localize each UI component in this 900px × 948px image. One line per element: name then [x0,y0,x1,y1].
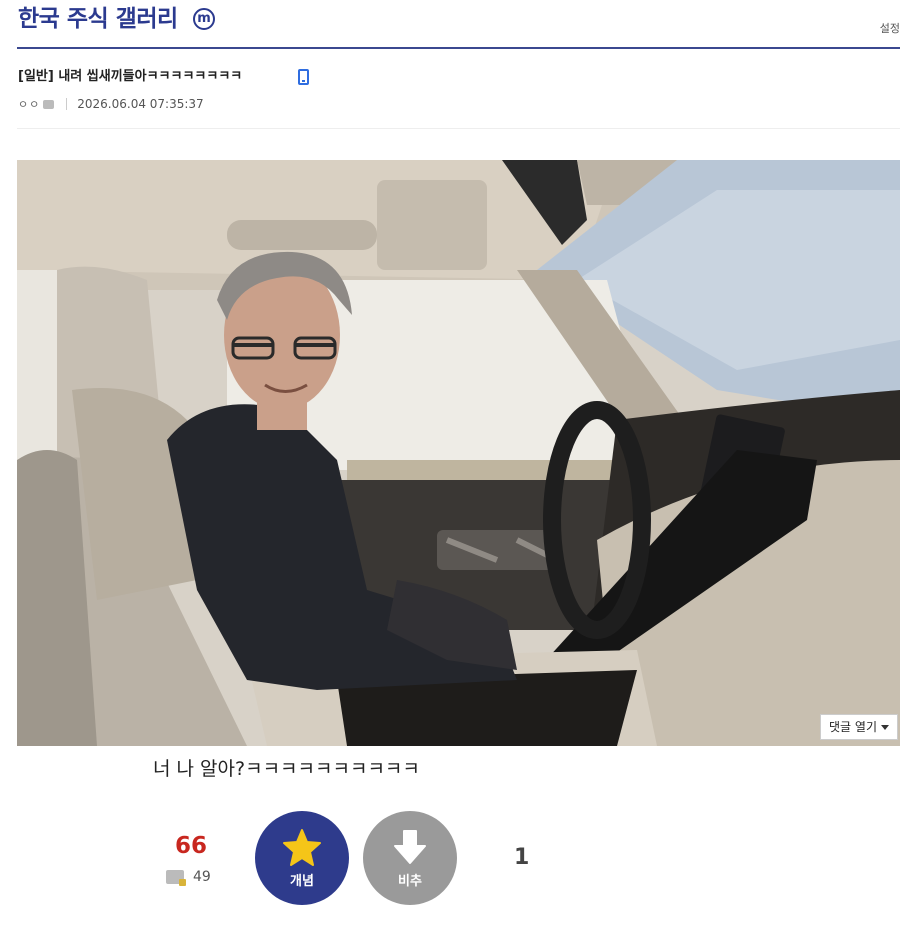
fixed-user-icon [166,870,186,886]
minor-gallery-badge: m [193,8,215,30]
post-title: [일반] 내려 씹새끼들아ㅋㅋㅋㅋㅋㅋㅋㅋ [18,69,243,84]
mobile-icon [298,69,309,85]
fixed-user-upvote: 49 [166,869,211,886]
comment-toggle-label: 댓글 열기 [829,720,877,734]
settings-link[interactable]: 설정 [880,20,900,36]
post-meta: ㅇㅇ 2026.06.04 07:35:37 [18,96,204,112]
nonrecommend-button[interactable]: 비추 [363,811,457,905]
comment-toggle-button[interactable]: 댓글 열기 [820,714,898,740]
header-divider [17,47,900,49]
gallery-title[interactable]: 한국 주식 갤러리 [18,2,178,36]
post-date: 2026.06.04 07:35:37 [77,97,204,111]
car-interior-photo [17,160,900,746]
meta-divider [66,98,68,110]
fixed-user-upvote-count: 49 [193,869,211,885]
vote-area: 66 49 개념 비추 1 [0,800,900,910]
concept-button-label: 개념 [290,873,314,889]
user-icon [43,99,55,109]
down-arrow-icon [394,829,426,864]
concept-button[interactable]: 개념 [255,811,349,905]
star-icon [283,828,321,866]
post-image: 댓글 열기 [17,160,900,746]
downvote-count: 1 [514,845,530,870]
nonrecommend-button-label: 비추 [398,873,422,889]
meta-divider-line [17,128,900,129]
upvote-count: 66 [175,833,208,859]
gallery-header: 한국 주식 갤러리 m 설정 [0,0,900,50]
post-body-text: 너 나 알아?ㅋㅋㅋㅋㅋㅋㅋㅋㅋㅋ [153,758,420,780]
post-author[interactable]: ㅇㅇ [18,96,40,112]
caret-down-icon [881,725,889,730]
